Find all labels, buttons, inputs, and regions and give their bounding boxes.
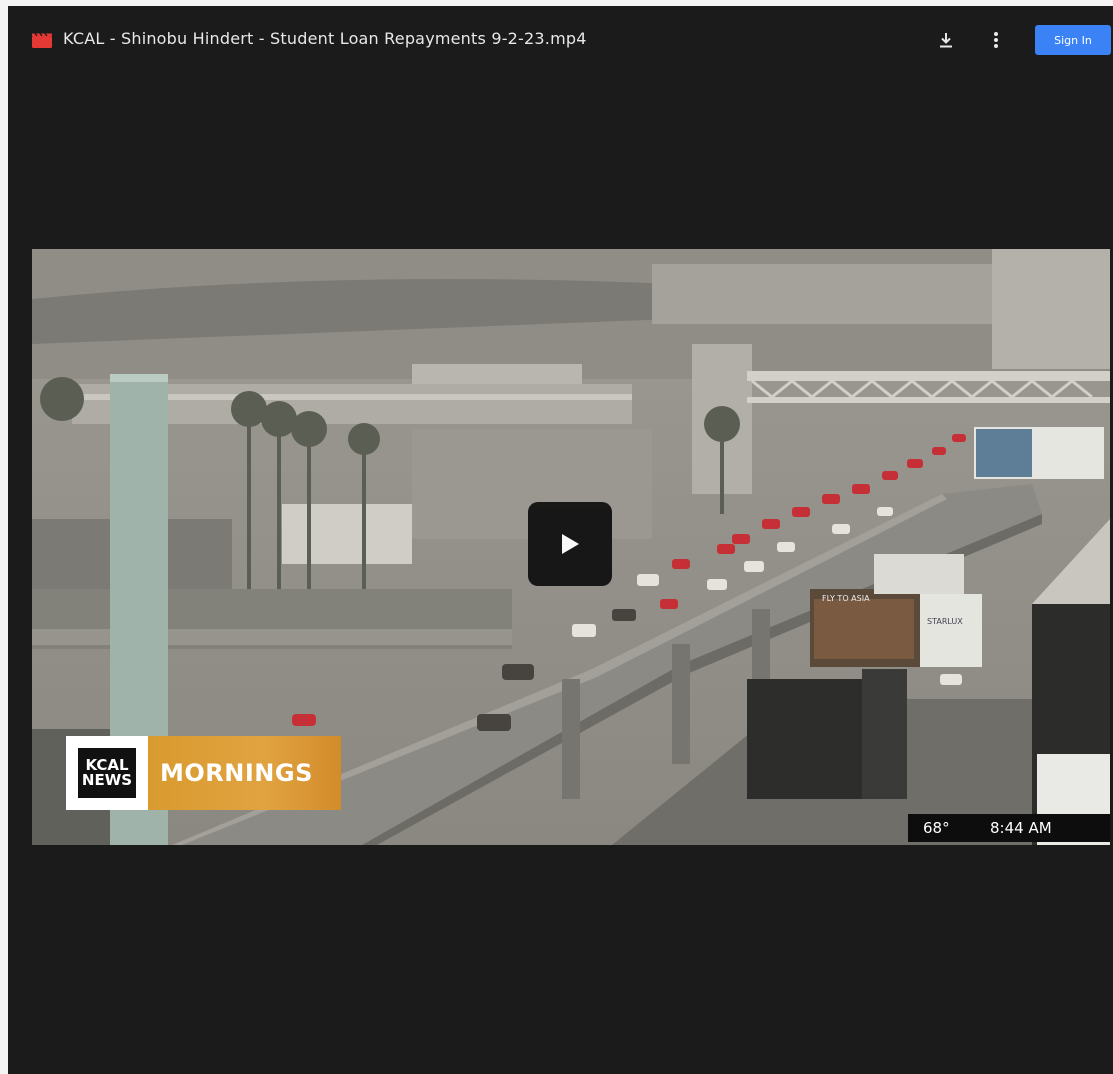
news-lower-third: KCAL NEWS MORNINGS — [66, 736, 341, 810]
clapperboard-icon — [32, 32, 52, 48]
clock-time: 8:44 AM — [990, 819, 1052, 837]
play-icon — [562, 534, 579, 554]
temperature: 68° — [923, 819, 950, 837]
video-viewer-window: KCAL - Shinobu Hindert - Student Loan Re… — [8, 6, 1113, 1074]
billboard-left-text: FLY TO ASIA — [822, 594, 870, 603]
show-name: MORNINGS — [148, 736, 341, 810]
play-button[interactable] — [528, 502, 612, 586]
billboard-right-text: STARLUX — [927, 617, 963, 626]
top-bar: KCAL - Shinobu Hindert - Student Loan Re… — [8, 6, 1113, 74]
file-title: KCAL - Shinobu Hindert - Student Loan Re… — [63, 29, 587, 48]
more-options-button[interactable] — [982, 26, 1010, 54]
download-icon — [940, 33, 952, 48]
logo-line-2: NEWS — [81, 771, 133, 789]
more-vertical-icon — [994, 32, 998, 48]
weather-time-bar: 68° 8:44 AM — [908, 814, 1110, 842]
sign-in-button[interactable]: Sign In — [1035, 25, 1111, 55]
download-button[interactable] — [932, 26, 960, 54]
video-player[interactable]: FLY TO ASIA STARLUX KCAL NEWS MORNINGS 6… — [32, 249, 1110, 845]
kcal-news-logo: KCAL NEWS — [66, 736, 148, 810]
